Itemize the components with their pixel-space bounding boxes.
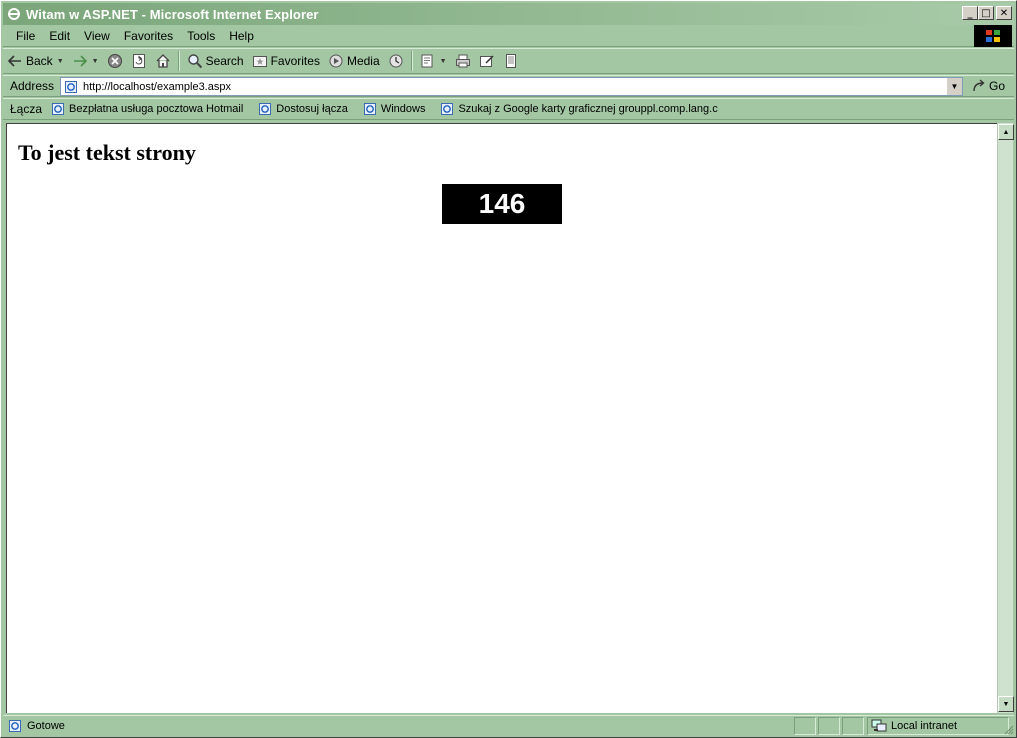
link-google-search[interactable]: Szukaj z Google karty graficznej grouppl… <box>439 101 718 117</box>
resize-grip-icon[interactable] <box>1002 723 1014 735</box>
link-hotmail[interactable]: Bezpłatna usługa pocztowa Hotmail <box>50 101 243 117</box>
edit-button[interactable] <box>475 50 499 72</box>
page-content: To jest tekst strony 146 <box>6 123 998 713</box>
favorites-label: Favorites <box>270 54 320 68</box>
search-label: Search <box>205 54 244 68</box>
print-button[interactable] <box>451 50 475 72</box>
intranet-zone-icon <box>871 718 887 734</box>
stop-icon <box>107 53 123 69</box>
menu-view[interactable]: View <box>77 29 117 43</box>
status-text: Gotowe <box>27 719 65 732</box>
ie-link-icon <box>362 101 378 117</box>
mail-icon <box>420 53 436 69</box>
address-label: Address <box>10 79 55 93</box>
ie-logo-icon <box>6 6 22 22</box>
discuss-icon <box>503 53 519 69</box>
title-bar[interactable]: Witam w ASP.NET - Microsoft Internet Exp… <box>3 3 1014 25</box>
windows-logo-icon <box>974 25 1012 47</box>
ie-page-icon <box>63 79 79 95</box>
mail-button[interactable]: ▼ <box>416 50 451 72</box>
link-customize[interactable]: Dostosuj łącza <box>257 101 348 117</box>
link-label: Windows <box>380 103 426 115</box>
page-heading: To jest tekst strony <box>18 140 196 165</box>
menu-edit[interactable]: Edit <box>42 29 77 43</box>
media-icon <box>328 53 344 69</box>
zone-label: Local intranet <box>891 720 958 732</box>
search-icon <box>187 53 203 69</box>
ie-link-icon <box>439 101 455 117</box>
link-label: Dostosuj łącza <box>276 103 348 115</box>
menu-bar: File Edit View Favorites Tools Help <box>3 25 1014 47</box>
go-arrow-icon <box>971 78 987 94</box>
minimize-button[interactable]: _ <box>962 6 978 20</box>
mail-dropdown-icon[interactable]: ▼ <box>440 58 447 65</box>
toolbar-separator <box>177 51 180 71</box>
vertical-scrollbar[interactable]: ▲ ▼ <box>997 123 1014 713</box>
menu-tools[interactable]: Tools <box>180 29 222 43</box>
standard-toolbar: Back ▼ ▼ Search Favorites Media ▼ <box>3 48 1014 74</box>
link-label: Bezpłatna usługa pocztowa Hotmail <box>69 103 244 115</box>
minimize-icon: _ <box>967 7 973 19</box>
media-label: Media <box>346 54 380 68</box>
back-label: Back <box>26 54 53 68</box>
forward-dropdown-icon[interactable]: ▼ <box>92 58 99 65</box>
favorites-button[interactable]: Favorites <box>248 50 324 72</box>
scroll-down-icon[interactable]: ▼ <box>998 696 1014 712</box>
window-controls: _ □ ✕ <box>962 6 1012 20</box>
print-icon <box>455 53 471 69</box>
go-button[interactable]: Go <box>971 78 1005 94</box>
forward-button[interactable]: ▼ <box>68 50 103 72</box>
refresh-button[interactable] <box>127 50 151 72</box>
status-panel <box>842 717 864 735</box>
links-bar: Łącza Bezpłatna usługa pocztowa Hotmail … <box>3 98 1014 120</box>
security-zone[interactable]: Local intranet <box>867 717 1009 735</box>
history-icon <box>388 53 404 69</box>
back-dropdown-icon[interactable]: ▼ <box>57 58 64 65</box>
ie-link-icon <box>257 101 273 117</box>
maximize-button[interactable]: □ <box>978 6 994 20</box>
window-title: Witam w ASP.NET - Microsoft Internet Exp… <box>26 6 319 22</box>
address-dropdown-icon[interactable]: ▼ <box>946 78 962 95</box>
page-done-icon <box>7 718 23 734</box>
counter-display: 146 <box>442 184 562 224</box>
address-input[interactable] <box>83 80 943 93</box>
close-button[interactable]: ✕ <box>996 6 1012 20</box>
refresh-icon <box>131 53 147 69</box>
back-icon <box>7 53 23 69</box>
toolbar-separator <box>410 51 413 71</box>
back-button[interactable]: Back ▼ <box>3 50 68 72</box>
menu-file[interactable]: File <box>9 29 42 43</box>
history-button[interactable] <box>384 50 408 72</box>
home-icon <box>155 53 171 69</box>
home-button[interactable] <box>151 50 175 72</box>
link-label: Szukaj z Google karty graficznej grouppl… <box>458 103 718 115</box>
address-field[interactable]: ▼ <box>60 77 963 96</box>
media-button[interactable]: Media <box>324 50 384 72</box>
discuss-button[interactable] <box>499 50 523 72</box>
links-label: Łącza <box>10 102 43 116</box>
close-icon: ✕ <box>999 7 1009 19</box>
status-panel <box>794 717 816 735</box>
search-button[interactable]: Search <box>183 50 248 72</box>
scroll-up-icon[interactable]: ▲ <box>998 124 1014 140</box>
forward-icon <box>72 53 88 69</box>
status-bar: Gotowe Local intranet <box>3 715 1014 735</box>
edit-icon <box>479 53 495 69</box>
menu-help[interactable]: Help <box>222 29 261 43</box>
stop-button[interactable] <box>103 50 127 72</box>
link-windows[interactable]: Windows <box>362 101 426 117</box>
browser-window: Witam w ASP.NET - Microsoft Internet Exp… <box>0 0 1017 738</box>
maximize-icon: □ <box>981 7 991 19</box>
go-label: Go <box>989 79 1006 93</box>
ie-link-icon <box>50 101 66 117</box>
address-bar: Address ▼ Go <box>3 75 1014 97</box>
menu-favorites[interactable]: Favorites <box>117 29 180 43</box>
status-panel <box>818 717 840 735</box>
status-message: Gotowe <box>7 718 65 734</box>
favorites-icon <box>252 53 268 69</box>
